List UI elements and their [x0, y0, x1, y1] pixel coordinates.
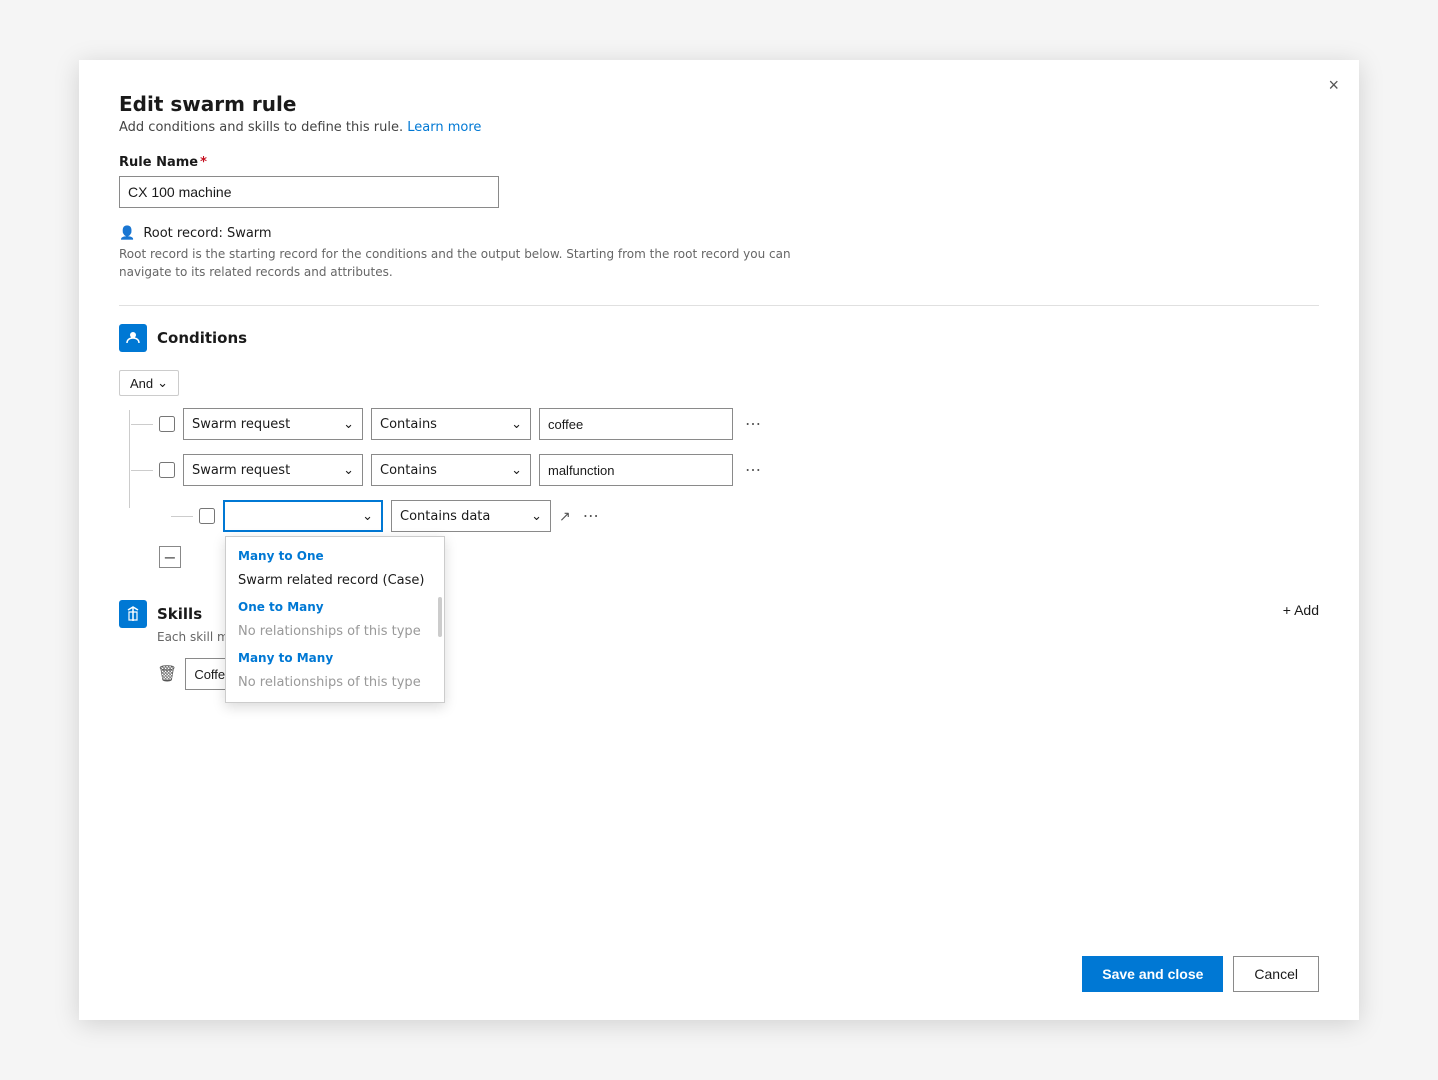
condition-1-operator-dropdown[interactable]: Contains ⌄ [371, 408, 531, 440]
modal-subtitle: Add conditions and skills to define this… [119, 120, 1319, 135]
chevron-down-icon: ⌄ [531, 509, 542, 524]
divider [119, 305, 1319, 306]
chevron-down-icon: ⌄ [157, 375, 168, 391]
condition-2-value-input[interactable] [539, 454, 733, 486]
rule-name-input[interactable] [119, 176, 499, 208]
root-record-label: 👤 Root record: Swarm [119, 226, 1319, 241]
condition-row-3: ⌄ Many to One Swarm related record (Case… [199, 500, 1319, 532]
dropdown-item-swarm-related[interactable]: Swarm related record (Case) [226, 567, 444, 594]
expand-icon-button[interactable]: ↗ [559, 508, 571, 525]
group-label-one-to-many: One to Many [226, 594, 444, 618]
condition-1-field-dropdown[interactable]: Swarm request ⌄ [183, 408, 363, 440]
dropdown-item-no-one-to-many: No relationships of this type [226, 618, 444, 645]
condition-3-field-dropdown[interactable]: ⌄ Many to One Swarm related record (Case… [223, 500, 383, 532]
and-button[interactable]: And ⌄ [119, 370, 179, 396]
skills-header-left: Skills [119, 600, 202, 628]
rule-name-group: Rule Name* [119, 155, 1319, 208]
conditions-icon [119, 324, 147, 352]
condition-1-value-input[interactable] [539, 408, 733, 440]
collapse-button[interactable]: − [159, 546, 181, 568]
condition-1-more-button[interactable]: ⋯ [741, 414, 767, 434]
skills-title: Skills [157, 605, 202, 623]
condition-1-checkbox[interactable] [159, 416, 175, 432]
group-label-many-to-one: Many to One [226, 543, 444, 567]
field-dropdown-popup: Many to One Swarm related record (Case) … [225, 536, 445, 703]
conditions-title: Conditions [157, 329, 247, 347]
chevron-down-icon: ⌄ [511, 417, 522, 432]
close-button[interactable]: × [1328, 76, 1339, 94]
delete-skill-button[interactable]: 🗑 [157, 664, 177, 684]
conditions-header: Conditions [119, 324, 1319, 352]
chevron-down-icon: ⌄ [343, 463, 354, 478]
save-and-close-button[interactable]: Save and close [1082, 956, 1223, 992]
root-record-description: Root record is the starting record for t… [119, 245, 819, 281]
chevron-down-icon: ⌄ [362, 509, 373, 524]
skills-icon [119, 600, 147, 628]
condition-3-more-button[interactable]: ⋯ [579, 506, 605, 526]
condition-row-2: Swarm request ⌄ Contains ⌄ ⋯ [159, 454, 1319, 486]
condition-2-operator-dropdown[interactable]: Contains ⌄ [371, 454, 531, 486]
condition-2-checkbox[interactable] [159, 462, 175, 478]
connector-line [129, 410, 130, 508]
conditions-area: And ⌄ Swarm request ⌄ Contains ⌄ ⋯ Swarm… [119, 370, 1319, 568]
person-icon: 👤 [119, 226, 135, 241]
scrollbar [438, 597, 442, 637]
condition-3-operator-dropdown[interactable]: Contains data ⌄ [391, 500, 551, 532]
modal-title: Edit swarm rule [119, 92, 1319, 116]
footer: Save and close Cancel [1082, 956, 1319, 992]
condition-row-1: Swarm request ⌄ Contains ⌄ ⋯ [159, 408, 1319, 440]
cancel-button[interactable]: Cancel [1233, 956, 1319, 992]
learn-more-link[interactable]: Learn more [407, 120, 481, 135]
chevron-down-icon: ⌄ [343, 417, 354, 432]
condition-2-field-dropdown[interactable]: Swarm request ⌄ [183, 454, 363, 486]
group-label-many-to-many: Many to Many [226, 645, 444, 669]
edit-swarm-rule-modal: × Edit swarm rule Add conditions and ski… [79, 60, 1359, 1020]
add-skill-button[interactable]: + Add [1283, 602, 1319, 618]
condition-2-more-button[interactable]: ⋯ [741, 460, 767, 480]
dropdown-item-no-many-to-many: No relationships of this type [226, 669, 444, 696]
condition-3-checkbox[interactable] [199, 508, 215, 524]
field-empty [233, 509, 237, 524]
rule-name-label: Rule Name* [119, 155, 1319, 170]
chevron-down-icon: ⌄ [511, 463, 522, 478]
